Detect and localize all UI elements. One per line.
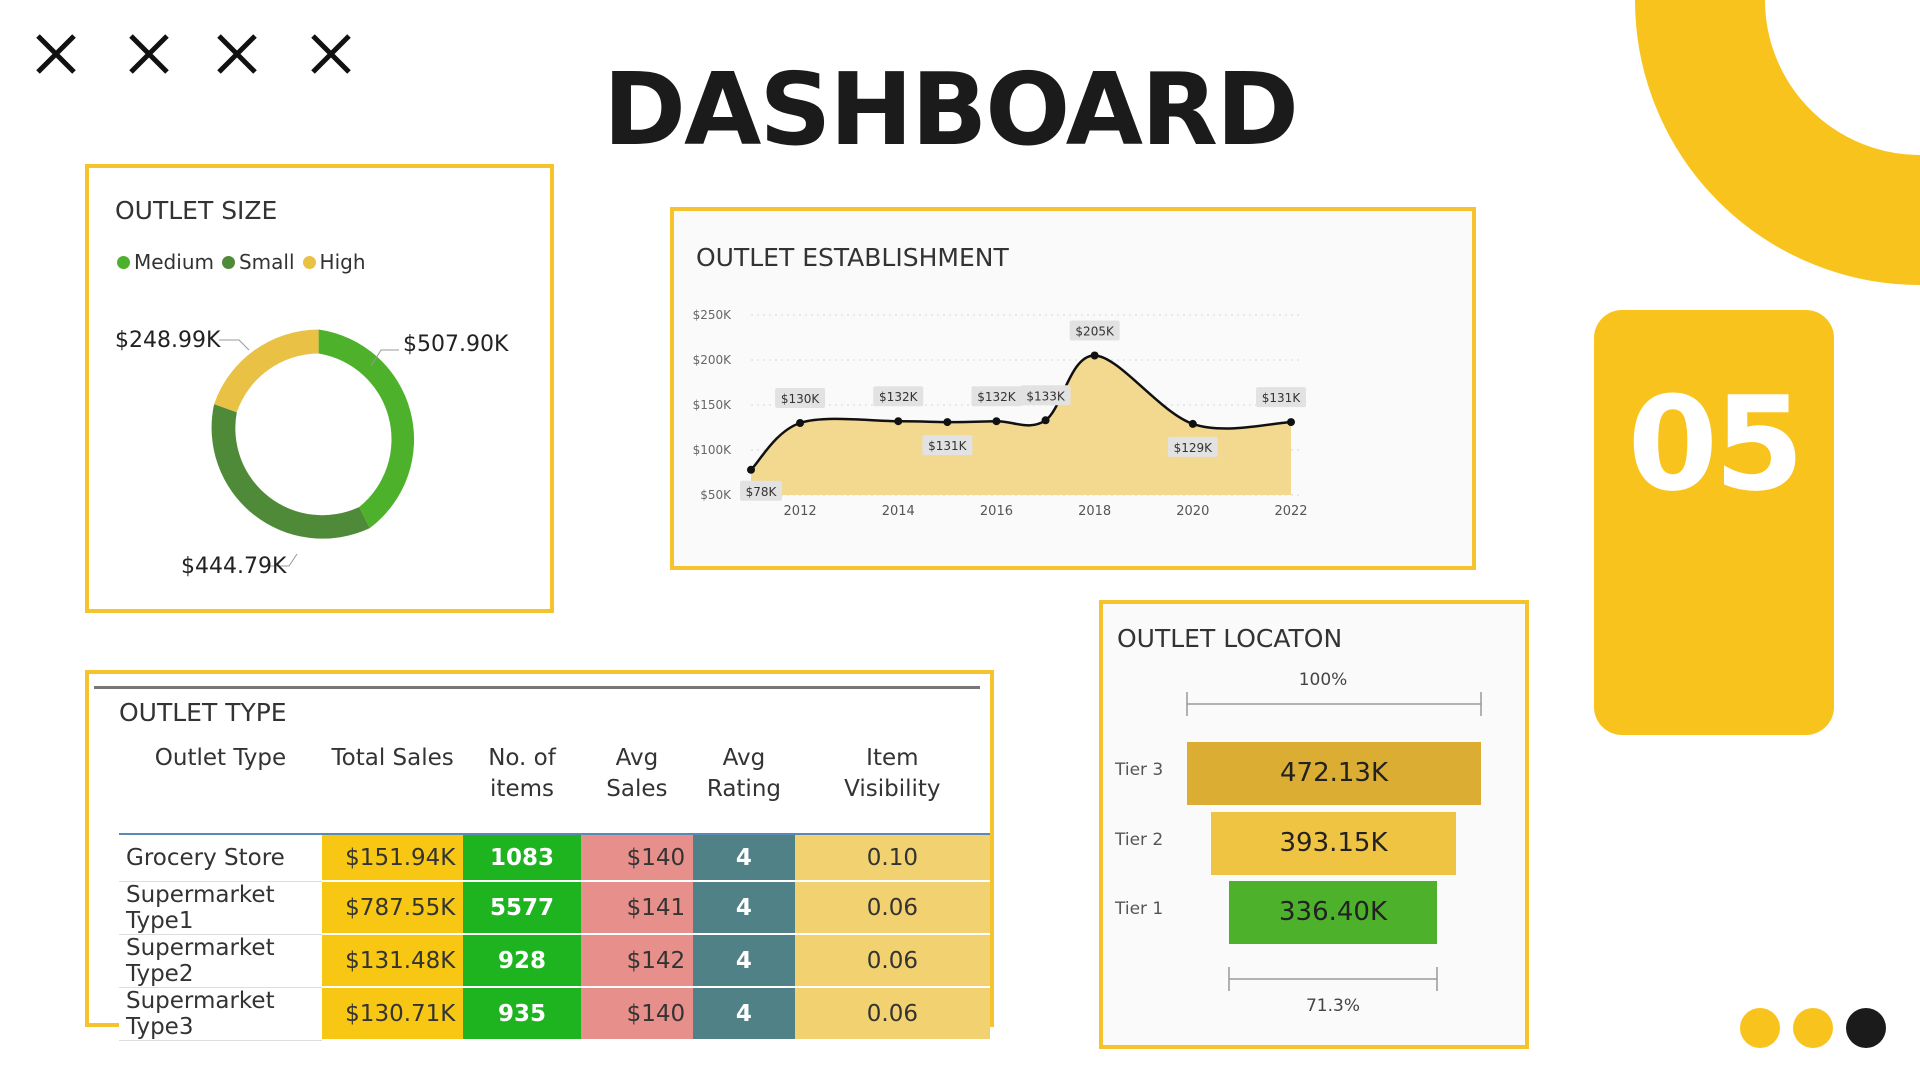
cell-avg-rating: 4 xyxy=(693,881,795,935)
tier-label: Tier 1 xyxy=(1115,899,1164,919)
x-tick-label: 2012 xyxy=(784,504,817,519)
cell-visibility: 0.06 xyxy=(794,934,990,988)
cell-outlet-type: Grocery Store xyxy=(119,834,322,882)
data-point xyxy=(1041,416,1050,425)
cell-items: 935 xyxy=(463,987,581,1041)
cell-outlet-type: Supermarket Type1 xyxy=(119,881,322,935)
funnel-bar-tier-2[interactable]: 393.15K xyxy=(1211,812,1456,875)
outlet-type-table: Outlet Type Total Sales No. of items Avg… xyxy=(119,736,990,1041)
funnel-bar-tier-1[interactable]: 336.40K xyxy=(1229,881,1437,944)
cell-total-sales: $130.71K xyxy=(321,987,464,1041)
data-label: $132K xyxy=(977,390,1017,404)
cell-avg-sales: $140 xyxy=(580,987,694,1041)
table-row[interactable]: Supermarket Type1 $787.55K 5577 $141 4 0… xyxy=(119,881,990,935)
cell-avg-rating: 4 xyxy=(693,834,795,882)
x-tick-label: 2020 xyxy=(1176,504,1209,519)
funnel-bar-tier-3[interactable]: 472.13K xyxy=(1187,742,1481,805)
donut-label-medium: $507.90K xyxy=(403,332,509,357)
cell-visibility: 0.06 xyxy=(794,987,990,1041)
cell-visibility: 0.10 xyxy=(794,834,990,882)
outlet-type-panel: OUTLET TYPE Outlet Type Total Sales No. … xyxy=(85,670,994,1041)
cell-avg-sales: $142 xyxy=(580,934,694,988)
data-point xyxy=(943,418,952,427)
data-label: $133K xyxy=(1026,389,1066,403)
page-title: DASHBOARD xyxy=(602,51,1299,168)
percent-label-bottom: 71.3% xyxy=(1305,996,1360,1016)
slide-number-card: 05 xyxy=(1594,310,1834,735)
decorative-dot xyxy=(1846,1008,1886,1048)
cell-items: 1083 xyxy=(463,834,581,882)
panel-title: OUTLET TYPE xyxy=(119,698,287,727)
slide-number: 05 xyxy=(1627,368,1805,520)
decorative-dot xyxy=(1793,1008,1833,1048)
cell-outlet-type: Supermarket Type2 xyxy=(119,934,322,988)
decorative-dot xyxy=(1740,1008,1780,1048)
cell-avg-sales: $140 xyxy=(580,834,694,882)
column-header[interactable]: Outlet Type xyxy=(119,736,322,835)
decorative-arc xyxy=(1635,0,1920,285)
donut-label-small: $444.79K xyxy=(181,554,287,579)
data-label: $205K xyxy=(1075,325,1115,339)
close-icon xyxy=(36,34,76,74)
data-point xyxy=(1188,419,1197,428)
data-label: $130K xyxy=(781,392,821,406)
donut-slice-medium[interactable] xyxy=(318,329,415,529)
cell-total-sales: $787.55K xyxy=(321,881,464,935)
data-label: $131K xyxy=(1262,391,1302,405)
outlet-establishment-panel: OUTLET ESTABLISHMENT $50K $100K $150K $200K… xyxy=(670,207,1476,570)
data-point xyxy=(747,465,755,474)
data-label: $129K xyxy=(1174,441,1214,455)
data-point xyxy=(796,419,805,427)
y-tick-label: $50K xyxy=(700,488,732,502)
cell-total-sales: $131.48K xyxy=(321,934,464,988)
close-icon xyxy=(311,34,351,74)
data-point xyxy=(894,417,903,426)
x-tick-label: 2022 xyxy=(1274,504,1307,519)
tier-label: Tier 3 xyxy=(1115,760,1164,780)
donut-slice-small[interactable] xyxy=(211,404,370,539)
tier-label: Tier 2 xyxy=(1115,830,1164,850)
data-label: $131K xyxy=(928,439,968,453)
cell-avg-rating: 4 xyxy=(693,934,795,988)
donut-label-high: $248.99K xyxy=(115,328,221,353)
data-point xyxy=(1287,418,1295,427)
y-tick-label: $200K xyxy=(693,353,733,367)
table-row[interactable]: Supermarket Type2 $131.48K 928 $142 4 0.… xyxy=(119,934,990,988)
table-row[interactable]: Grocery Store $151.94K 1083 $140 4 0.10 xyxy=(119,834,990,882)
donut-slice-high[interactable] xyxy=(214,329,319,413)
cell-outlet-type: Supermarket Type3 xyxy=(119,987,322,1041)
cell-visibility: 0.06 xyxy=(794,881,990,935)
data-point xyxy=(992,417,1001,426)
cell-items: 5577 xyxy=(463,881,581,935)
y-tick-label: $100K xyxy=(693,443,733,457)
column-header[interactable]: Avg Sales xyxy=(580,736,694,835)
cell-avg-sales: $141 xyxy=(580,881,694,935)
x-tick-label: 2016 xyxy=(980,504,1013,519)
column-header[interactable]: Item Visibility xyxy=(794,736,990,835)
data-point xyxy=(1090,351,1099,360)
outlet-location-panel: OUTLET LOCATON 100% Tier 3 472.13K Tier … xyxy=(1099,600,1529,1049)
cell-total-sales: $151.94K xyxy=(321,834,464,882)
donut-chart xyxy=(211,329,415,567)
close-icon xyxy=(217,34,257,74)
data-label: $132K xyxy=(879,390,919,404)
table-header-row: Outlet Type Total Sales No. of items Avg… xyxy=(119,736,990,835)
area-chart: $50K $100K $150K $200K $250K 2012 2014 2016 2018… xyxy=(693,308,1308,519)
cell-avg-rating: 4 xyxy=(693,987,795,1041)
y-tick-label: $150K xyxy=(693,398,733,412)
column-header[interactable]: Avg Rating xyxy=(693,736,795,835)
column-header[interactable]: Total Sales xyxy=(321,736,464,835)
cell-items: 928 xyxy=(463,934,581,988)
table-row[interactable]: Supermarket Type3 $130.71K 935 $140 4 0.… xyxy=(119,987,990,1041)
x-tick-label: 2018 xyxy=(1078,504,1111,519)
data-label: $78K xyxy=(746,485,778,499)
column-header[interactable]: No. of items xyxy=(463,736,581,835)
y-tick-label: $250K xyxy=(693,308,733,322)
x-tick-label: 2014 xyxy=(882,504,915,519)
close-icon xyxy=(129,34,169,74)
plot-area: $50K $100K $150K $200K $250K 2012 2014 2016 2018… xyxy=(693,308,1308,519)
outlet-size-panel: OUTLET SIZE Medium Small High $507.90K $… xyxy=(85,164,554,613)
divider xyxy=(94,686,980,689)
